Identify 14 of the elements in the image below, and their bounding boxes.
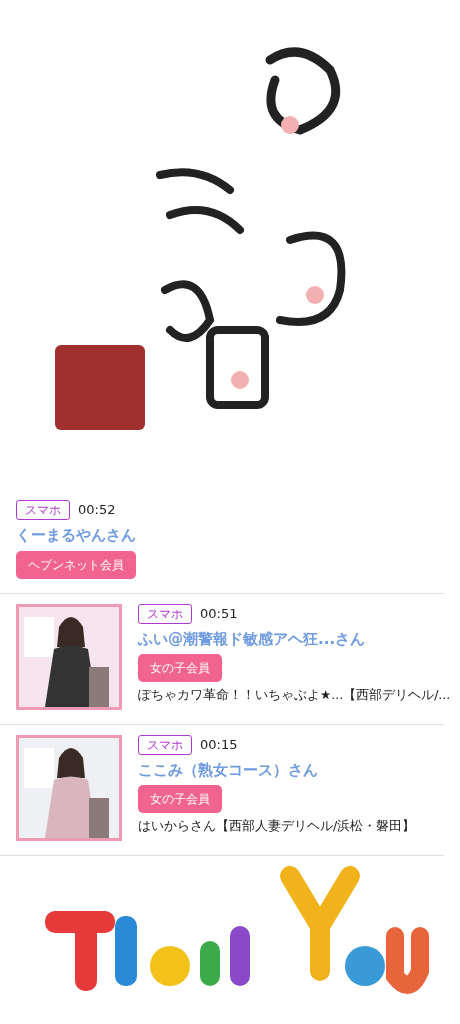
device-tag: スマホ [138, 734, 192, 755]
member-type-label: ヘブンネット会員 [16, 550, 136, 579]
visit-time: 00:15 [200, 735, 238, 754]
device-tag: スマホ [138, 603, 192, 624]
member-type-label: 女の子会員 [138, 785, 222, 813]
visitor-name-link[interactable]: くーまるやんさん [16, 524, 136, 547]
visitor-name-link[interactable]: ふい@潮警報ド敏感アヘ狂...さん [138, 627, 451, 650]
visitor-name-link[interactable]: ここみ（熟女コース）さん [138, 758, 416, 781]
visit-time: 00:51 [200, 604, 238, 623]
device-tag: スマホ [16, 500, 70, 520]
member-type-label: 女の子会員 [138, 654, 222, 682]
shop-name: はいからさん【西部人妻デリヘル/浜松・磐田】 [138, 817, 416, 835]
visit-time: 00:52 [78, 501, 116, 520]
shop-name: ぽちゃカワ革命！！いちゃぶよ★...【西部デリヘル/... [138, 686, 451, 704]
